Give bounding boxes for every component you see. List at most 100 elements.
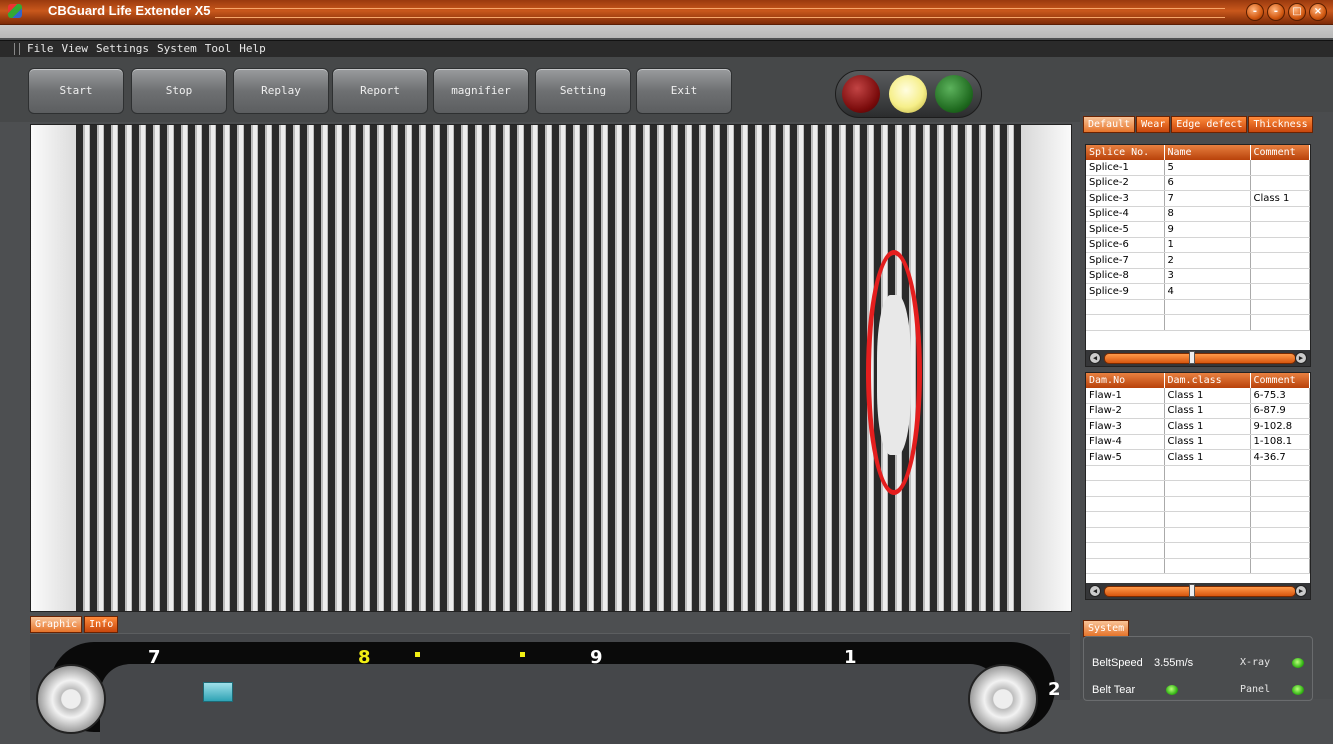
table-cell: Splice-3 <box>1086 190 1165 207</box>
window-title: CBGuard Life Extender X5 <box>48 3 211 18</box>
tab-edge-defect[interactable]: Edge defect <box>1171 116 1248 133</box>
flaw-region <box>877 295 911 455</box>
bottom-tabs: Graphic Info <box>30 616 119 633</box>
table-row[interactable] <box>1086 480 1310 497</box>
tab-graphic[interactable]: Graphic <box>30 616 83 633</box>
table-row[interactable]: Flaw-4 Class 1 1-108.1 <box>1086 434 1310 450</box>
table-cell: 6 <box>1164 175 1251 191</box>
report-button[interactable]: Report <box>332 68 428 114</box>
table-row[interactable] <box>1086 511 1310 528</box>
xray-image-viewer[interactable] <box>30 124 1072 612</box>
table-row[interactable] <box>1086 527 1310 543</box>
scroll-thumb[interactable] <box>1189 351 1195 364</box>
menu-tool[interactable]: Tool <box>205 42 232 55</box>
column-header[interactable]: Comment <box>1250 145 1310 160</box>
belt-tear-status-led-icon <box>1166 685 1178 695</box>
exit-button[interactable]: Exit <box>636 68 732 114</box>
table-cell: Flaw-2 <box>1086 403 1165 419</box>
horizontal-scrollbar[interactable]: ◀ ▶ <box>1086 583 1310 599</box>
table-row[interactable] <box>1086 314 1310 331</box>
table-row[interactable]: Splice-8 3 <box>1086 268 1310 284</box>
table-row[interactable]: Flaw-5 Class 1 4-36.7 <box>1086 449 1310 466</box>
table-cell: Splice-7 <box>1086 252 1165 269</box>
table-row[interactable]: Splice-4 8 <box>1086 206 1310 222</box>
table-row[interactable] <box>1086 465 1310 481</box>
scroll-track[interactable] <box>1104 353 1296 364</box>
table-cell <box>1250 237 1310 253</box>
table-cell <box>1164 314 1251 331</box>
flaw-marker[interactable] <box>866 250 922 495</box>
table-cell: 9-102.8 <box>1250 418 1310 435</box>
table-cell: 2 <box>1164 252 1251 269</box>
table-row[interactable] <box>1086 558 1310 574</box>
table-cell: Splice-8 <box>1086 268 1165 284</box>
minimize-icon[interactable]: - <box>1267 3 1285 21</box>
table-row[interactable] <box>1086 496 1310 512</box>
scroll-track[interactable] <box>1104 586 1296 597</box>
column-header[interactable]: Dam.No <box>1086 373 1165 388</box>
table-row[interactable]: Splice-9 4 <box>1086 283 1310 300</box>
table-cell <box>1250 558 1310 574</box>
menu-file[interactable]: File <box>27 42 54 55</box>
scroll-right-icon[interactable]: ▶ <box>1295 585 1307 597</box>
table-cell: Splice-5 <box>1086 221 1165 238</box>
table-row[interactable]: Flaw-1 Class 1 6-75.3 <box>1086 388 1310 404</box>
scroll-left-icon[interactable]: ◀ <box>1089 352 1101 364</box>
table-cell <box>1250 175 1310 191</box>
belt-speed-value: 3.55m/s <box>1154 657 1194 669</box>
horizontal-scrollbar[interactable]: ◀ ▶ <box>1086 350 1310 366</box>
menu-settings[interactable]: Settings <box>96 42 149 55</box>
magnifier-button[interactable]: magnifier <box>433 68 529 114</box>
menu-system[interactable]: System <box>157 42 197 55</box>
table-cell <box>1086 558 1165 574</box>
table-row[interactable]: Splice-6 1 <box>1086 237 1310 253</box>
table-row[interactable]: Splice-5 9 <box>1086 221 1310 238</box>
table-cell <box>1086 314 1165 331</box>
xray-label: X-ray <box>1240 657 1271 668</box>
tab-default[interactable]: Default <box>1083 116 1136 133</box>
column-header[interactable]: Comment <box>1250 373 1310 388</box>
column-header[interactable]: Dam.class <box>1164 373 1251 388</box>
table-row[interactable]: Splice-2 6 <box>1086 175 1310 191</box>
tab-thickness[interactable]: Thickness <box>1248 116 1313 133</box>
menu-view[interactable]: View <box>62 42 89 55</box>
table-cell <box>1250 221 1310 238</box>
table-row[interactable]: Flaw-2 Class 1 6-87.9 <box>1086 403 1310 419</box>
replay-button[interactable]: Replay <box>233 68 329 114</box>
table-row[interactable]: Splice-1 5 <box>1086 160 1310 176</box>
table-cell <box>1164 558 1251 574</box>
right-pulley-icon <box>968 664 1038 734</box>
table-row[interactable] <box>1086 299 1310 315</box>
panel-status-led-icon <box>1292 685 1304 695</box>
table-cell: 6-87.9 <box>1250 403 1310 419</box>
tab-info[interactable]: Info <box>84 616 119 633</box>
maximize-icon[interactable]: □ <box>1288 3 1306 21</box>
setting-button[interactable]: Setting <box>535 68 631 114</box>
red-light-icon <box>842 75 880 113</box>
table-cell <box>1086 496 1165 512</box>
table-row[interactable]: Flaw-3 Class 1 9-102.8 <box>1086 418 1310 435</box>
table-cell <box>1250 511 1310 528</box>
start-button[interactable]: Start <box>28 68 124 114</box>
belt-graphic-panel: 7 8 9 1 2 <box>30 633 1070 744</box>
tab-system[interactable]: System <box>1083 620 1130 637</box>
table-cell <box>1086 542 1165 559</box>
table-cell: Splice-6 <box>1086 237 1165 253</box>
tab-wear[interactable]: Wear <box>1136 116 1171 133</box>
splice-table: Splice No. Name Comment Splice-1 5 Splice-… <box>1085 144 1311 367</box>
scroll-right-icon[interactable]: ▶ <box>1295 352 1307 364</box>
column-header[interactable]: Splice No. <box>1086 145 1165 160</box>
scroll-thumb[interactable] <box>1189 584 1195 597</box>
table-row[interactable] <box>1086 542 1310 559</box>
column-header[interactable]: Name <box>1164 145 1251 160</box>
belt-loop-inner <box>100 664 1000 744</box>
menu-help[interactable]: Help <box>239 42 266 55</box>
right-panel: Default Wear Edge defect Thickness Splic… <box>1080 112 1333 699</box>
table-row[interactable]: Splice-7 2 <box>1086 252 1310 269</box>
scroll-left-icon[interactable]: ◀ <box>1089 585 1101 597</box>
menu-icon[interactable]: - <box>1246 3 1264 21</box>
table-row[interactable]: Splice-3 7 Class 1 <box>1086 190 1310 207</box>
stop-button[interactable]: Stop <box>131 68 227 114</box>
close-icon[interactable]: × <box>1309 3 1327 21</box>
table-cell: Splice-2 <box>1086 175 1165 191</box>
